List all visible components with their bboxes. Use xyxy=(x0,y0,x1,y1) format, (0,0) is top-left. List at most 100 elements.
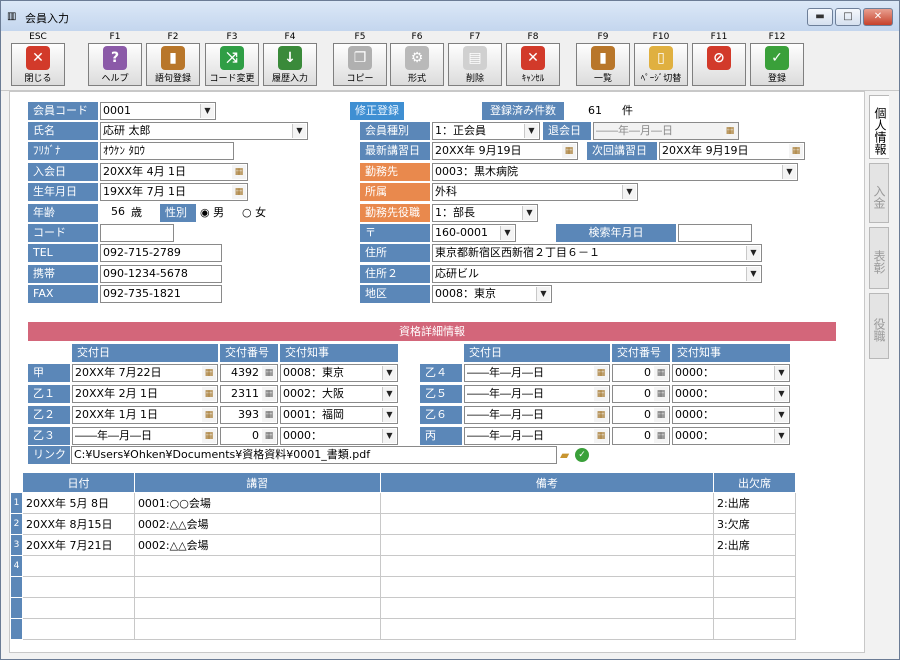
qual-number-input[interactable]: 4392 ▦ xyxy=(220,364,278,382)
tel-input[interactable]: 092-715-2789 xyxy=(100,244,222,262)
cell-date[interactable] xyxy=(21,555,135,577)
cell-course[interactable] xyxy=(133,555,381,577)
qual-number-input[interactable]: 0 ▦ xyxy=(612,385,670,403)
qual-number-input[interactable]: 393 ▦ xyxy=(220,406,278,424)
table-row[interactable] xyxy=(10,576,796,598)
table-row[interactable] xyxy=(10,597,796,619)
qual-governor-select[interactable]: 0000： ▼ xyxy=(672,406,790,424)
join-date-input[interactable]: 20XX年 4月 1日 ▦ xyxy=(100,163,248,181)
cell-note[interactable] xyxy=(379,618,715,640)
qual-number-input[interactable]: 0 ▦ xyxy=(612,427,670,445)
tab-3[interactable]: 役職 xyxy=(869,293,889,359)
fkey-f11-button[interactable]: ⊘ xyxy=(692,43,746,86)
cell-note[interactable] xyxy=(379,492,715,514)
table-row[interactable] xyxy=(10,618,796,640)
member-code-select[interactable]: 0001 ▼ xyxy=(100,102,216,120)
cell-course[interactable]: 0002:△△会場 xyxy=(133,534,381,556)
address2-select[interactable]: 応研ビル ▼ xyxy=(432,265,762,283)
cell-note[interactable] xyxy=(379,534,715,556)
cell-date[interactable]: 20XX年 8月15日 xyxy=(21,513,135,535)
table-row[interactable]: 4 xyxy=(10,555,796,577)
calendar-icon[interactable]: ▦ xyxy=(594,366,608,380)
code2-input[interactable] xyxy=(100,224,174,242)
calculator-icon[interactable]: ▦ xyxy=(262,408,276,422)
member-type-select[interactable]: 1：正会員 ▼ xyxy=(432,122,540,140)
cell-note[interactable] xyxy=(379,597,715,619)
qual-date-input[interactable]: 20XX年 1月 1日 ▦ xyxy=(72,406,218,424)
qual-number-input[interactable]: 0 ▦ xyxy=(612,364,670,382)
cell-course[interactable]: 0002:△△会場 xyxy=(133,513,381,535)
maximize-icon[interactable]: □ xyxy=(835,8,861,26)
tab-1[interactable]: 入金 xyxy=(869,163,889,223)
zip-select[interactable]: 160-0001 ▼ xyxy=(432,224,516,242)
cell-date[interactable] xyxy=(21,576,135,598)
birth-date-input[interactable]: 19XX年 7月 1日 ▦ xyxy=(100,183,248,201)
qual-date-input[interactable]: 20XX年 7月22日 ▦ xyxy=(72,364,218,382)
minimize-icon[interactable]: ▬ xyxy=(807,8,833,26)
qual-date-input[interactable]: ――年―月―日 ▦ xyxy=(464,364,610,382)
cell-date[interactable]: 20XX年 7月21日 xyxy=(21,534,135,556)
qual-governor-select[interactable]: 0000： ▼ xyxy=(672,427,790,445)
calendar-icon[interactable]: ▦ xyxy=(562,144,576,158)
search-date-input[interactable] xyxy=(678,224,752,242)
calendar-icon[interactable]: ▦ xyxy=(232,185,246,199)
fkey-f2-button[interactable]: ▮ 語句登録 xyxy=(146,43,200,86)
table-row[interactable]: 1 20XX年 5月 8日 0001:○○会場 2:出席 xyxy=(10,492,796,514)
department-select[interactable]: 外科 ▼ xyxy=(432,183,638,201)
fax-input[interactable]: 092-735-1821 xyxy=(100,285,222,303)
workplace-select[interactable]: 0003：黒木病院 ▼ xyxy=(432,163,798,181)
cell-attendance[interactable] xyxy=(713,597,796,619)
cell-note[interactable] xyxy=(379,576,715,598)
calendar-icon[interactable]: ▦ xyxy=(723,124,737,138)
calendar-icon[interactable]: ▦ xyxy=(202,408,216,422)
fkey-f9-button[interactable]: ▮ 一覧 xyxy=(576,43,630,86)
qual-governor-select[interactable]: 0000： ▼ xyxy=(672,385,790,403)
calculator-icon[interactable]: ▦ xyxy=(262,387,276,401)
gender-male-radio[interactable]: ◉ 男 xyxy=(200,204,224,222)
cell-course[interactable]: 0001:○○会場 xyxy=(133,492,381,514)
calendar-icon[interactable]: ▦ xyxy=(789,144,803,158)
kana-input[interactable]: ｵｳｹﾝ ﾀﾛｳ xyxy=(100,142,234,160)
next-training-input[interactable]: 20XX年 9月19日 ▦ xyxy=(659,142,805,160)
gender-female-radio[interactable]: ○ 女 xyxy=(242,204,266,222)
role-select[interactable]: 1：部長 ▼ xyxy=(432,204,538,222)
close-icon[interactable]: ✕ xyxy=(863,8,893,26)
calculator-icon[interactable]: ▦ xyxy=(654,408,668,422)
cell-attendance[interactable] xyxy=(713,618,796,640)
table-row[interactable]: 3 20XX年 7月21日 0002:△△会場 2:出席 xyxy=(10,534,796,556)
table-row[interactable]: 2 20XX年 8月15日 0002:△△会場 3:欠席 xyxy=(10,513,796,535)
qual-date-input[interactable]: ――年―月―日 ▦ xyxy=(464,427,610,445)
fkey-f10-button[interactable]: ▯ ﾍﾟｰｼﾞ切替 xyxy=(634,43,688,86)
cell-date[interactable] xyxy=(21,597,135,619)
qual-governor-select[interactable]: 0008：東京 ▼ xyxy=(280,364,398,382)
calculator-icon[interactable]: ▦ xyxy=(262,429,276,443)
qual-number-input[interactable]: 0 ▦ xyxy=(612,406,670,424)
calculator-icon[interactable]: ▦ xyxy=(654,366,668,380)
calendar-icon[interactable]: ▦ xyxy=(202,366,216,380)
link-input[interactable]: C:¥Users¥Ohken¥Documents¥資格資料¥0001_書類.pd… xyxy=(71,446,557,464)
leave-date-input[interactable]: ――年―月―日 ▦ xyxy=(593,122,739,140)
cell-attendance[interactable] xyxy=(713,576,796,598)
qual-governor-select[interactable]: 0000： ▼ xyxy=(280,427,398,445)
fkey-f3-button[interactable]: ⤨ コード変更 xyxy=(205,43,259,86)
calendar-icon[interactable]: ▦ xyxy=(232,165,246,179)
fkey-f12-button[interactable]: ✓ 登録 xyxy=(750,43,804,86)
cell-attendance[interactable]: 2:出席 xyxy=(713,534,796,556)
calculator-icon[interactable]: ▦ xyxy=(262,366,276,380)
mobile-input[interactable]: 090-1234-5678 xyxy=(100,265,222,283)
fkey-f7-button[interactable]: ▤ 削除 xyxy=(448,43,502,86)
cell-attendance[interactable]: 3:欠席 xyxy=(713,513,796,535)
qual-governor-select[interactable]: 0002：大阪 ▼ xyxy=(280,385,398,403)
qual-number-input[interactable]: 0 ▦ xyxy=(220,427,278,445)
folder-icon[interactable]: ▰ xyxy=(560,446,574,464)
calculator-icon[interactable]: ▦ xyxy=(654,387,668,401)
cell-attendance[interactable] xyxy=(713,555,796,577)
fkey-f4-button[interactable]: ↓ 履歴入力 xyxy=(263,43,317,86)
fkey-f1-button[interactable]: ? ヘルプ xyxy=(88,43,142,86)
check-icon[interactable]: ✓ xyxy=(575,448,589,462)
calendar-icon[interactable]: ▦ xyxy=(594,429,608,443)
calendar-icon[interactable]: ▦ xyxy=(594,387,608,401)
latest-training-input[interactable]: 20XX年 9月19日 ▦ xyxy=(432,142,578,160)
calendar-icon[interactable]: ▦ xyxy=(202,387,216,401)
cell-note[interactable] xyxy=(379,513,715,535)
